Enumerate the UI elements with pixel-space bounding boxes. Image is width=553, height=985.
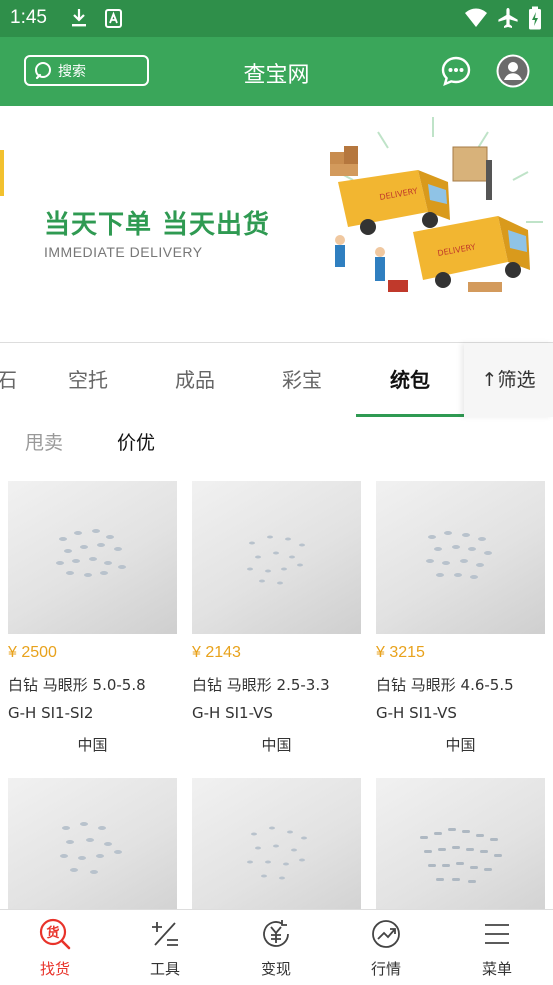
airplane-icon xyxy=(496,6,520,30)
filter-button[interactable]: ↑筛选 xyxy=(464,343,553,417)
subtab-clearance[interactable]: 甩卖 xyxy=(25,428,63,455)
product-card[interactable]: ¥ 2143 白钻 马眼形 2.5-3.3 G-H SI1-VS 中国 xyxy=(192,481,361,756)
product-grade: G-H SI1-VS xyxy=(192,704,273,722)
subtab-good-price[interactable]: 价优 xyxy=(117,428,155,455)
nav-find-goods[interactable]: 货 找货 xyxy=(0,910,110,985)
nav-cash-out[interactable]: 变现 xyxy=(221,910,331,985)
tab-caibao[interactable]: 彩宝 xyxy=(256,343,348,417)
product-price: ¥ 2143 xyxy=(192,644,241,661)
nav-market[interactable]: 行情 xyxy=(331,910,441,985)
promo-banner[interactable]: 当天下单 当天出货 IMMEDIATE DELIVERY DELIVERY DE… xyxy=(0,106,553,343)
banner-title: 当天下单 当天出货 xyxy=(44,210,271,240)
download-icon xyxy=(68,6,90,30)
product-spec: 白钻 马眼形 4.6-5.5 xyxy=(376,676,514,694)
product-price: ¥ 2500 xyxy=(8,644,57,661)
text-a-icon xyxy=(103,6,123,30)
product-grade: G-H SI1-SI2 xyxy=(8,704,94,722)
product-photo xyxy=(192,481,361,634)
nav-label: 找货 xyxy=(39,960,70,978)
nav-menu[interactable]: 菜单 xyxy=(442,910,552,985)
nav-label: 行情 xyxy=(370,960,401,978)
menu-icon xyxy=(485,924,509,944)
status-time: 1:45 xyxy=(10,7,47,28)
tab-chengpin[interactable]: 成品 xyxy=(149,343,241,417)
product-grade: G-H SI1-VS xyxy=(376,704,457,722)
product-card[interactable]: ¥ 2500 白钻 马眼形 5.0-5.8 G-H SI1-SI2 中国 xyxy=(8,481,177,756)
tab-luoshi[interactable]: 裸石 xyxy=(0,343,28,417)
nav-label: 菜单 xyxy=(481,960,512,978)
user-avatar-icon[interactable] xyxy=(496,54,530,88)
app-header: 搜索 查宝网 xyxy=(0,37,553,106)
nav-label: 变现 xyxy=(260,960,291,978)
tab-tongbao[interactable]: 统包 xyxy=(364,343,456,417)
category-tabs: 裸石 空托 成品 彩宝 统包 ↑筛选 xyxy=(0,343,553,417)
status-bar: 1:45 xyxy=(0,0,553,37)
product-card[interactable]: ¥ 3215 白钻 马眼形 4.6-5.5 G-H SI1-VS 中国 xyxy=(376,481,545,756)
product-photo xyxy=(376,481,545,634)
delivery-trucks-illustration: DELIVERY DELIVERY xyxy=(330,117,543,292)
banner-subtitle: IMMEDIATE DELIVERY xyxy=(44,244,203,260)
product-origin: 中国 xyxy=(77,736,108,754)
active-tab-indicator xyxy=(356,414,464,417)
svg-text:货: 货 xyxy=(46,925,59,941)
battery-charging-icon xyxy=(527,6,543,30)
bottom-nav: 货 找货 工具 变现 行情 菜单 xyxy=(0,909,553,985)
find-goods-icon: 货 xyxy=(39,918,71,950)
product-price: ¥ 3215 xyxy=(376,644,425,661)
tools-icon xyxy=(152,922,178,946)
nav-label: 工具 xyxy=(149,960,180,978)
product-origin: 中国 xyxy=(445,736,476,754)
product-origin: 中国 xyxy=(261,736,292,754)
product-spec: 白钻 马眼形 5.0-5.8 xyxy=(8,676,146,694)
product-spec: 白钻 马眼形 2.5-3.3 xyxy=(192,676,330,694)
tab-kongtuo[interactable]: 空托 xyxy=(42,343,134,417)
wifi-icon xyxy=(463,6,489,30)
chat-bubble-icon[interactable] xyxy=(440,55,472,87)
trend-icon xyxy=(372,920,400,948)
nav-tools[interactable]: 工具 xyxy=(110,910,220,985)
banner-edge-tag xyxy=(0,150,4,196)
product-photo xyxy=(8,481,177,634)
cash-out-icon xyxy=(263,920,289,947)
